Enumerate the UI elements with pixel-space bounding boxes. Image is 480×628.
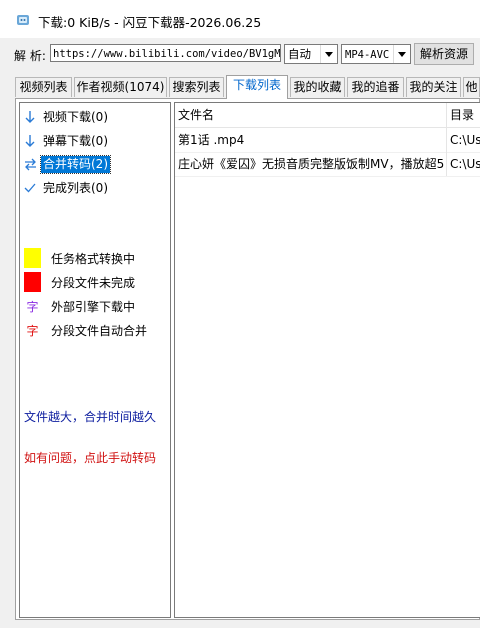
url-input[interactable]: https://www.bilibili.com/video/BV1gM4 [50, 44, 281, 62]
sidebar-item-label: 合并转码(2) [40, 154, 111, 174]
legend-glyph: 字 [26, 323, 39, 338]
tab-followed-anime[interactable]: 我的追番 [347, 77, 404, 97]
cell-filename: 第1话 .mp4 [175, 128, 447, 152]
legend-item: 分段文件未完成 [24, 272, 135, 292]
column-header-directory[interactable]: 目录 [447, 103, 480, 127]
cell-filename: 庄心妍《爱囚》无损音质完整版饭制MV，播放超5 [175, 152, 447, 176]
table-row[interactable]: 第1话 .mp4 C:\Us [175, 128, 480, 153]
tab-video-list[interactable]: 视频列表 [15, 77, 72, 97]
format-select[interactable]: MP4-AVC [341, 44, 411, 64]
tab-author-videos[interactable]: 作者视频(1074) [74, 77, 167, 97]
tab-following[interactable]: 我的关注 [406, 77, 461, 97]
tab-bar: 视频列表 作者视频(1074) 搜索列表 下载列表 我的收藏 我的追番 我的关注… [15, 75, 480, 99]
sidebar-item-merge-transcode[interactable]: 合并转码(2) [23, 154, 111, 174]
table-row[interactable]: 庄心妍《爱囚》无损音质完整版饭制MV，播放超5 C:\Us [175, 152, 480, 177]
sidebar: 视频下载(0) 弹幕下载(0) 合并转码(2) 完成列表(0) 任务格式转换中 … [19, 102, 171, 618]
legend-label: 任务格式转换中 [51, 251, 136, 266]
swap-arrows-icon [23, 157, 37, 171]
parse-button[interactable]: 解析资源 [414, 43, 474, 65]
url-toolbar: 解 析: https://www.bilibili.com/video/BV1g… [0, 42, 480, 66]
legend-label: 分段文件自动合并 [51, 323, 148, 338]
cell-directory: C:\Us [450, 133, 480, 147]
tab-more[interactable]: 他 [463, 77, 480, 97]
column-header-filename[interactable]: 文件名 [175, 103, 447, 127]
checkmark-icon [23, 181, 37, 195]
legend-swatch-yellow [24, 248, 41, 268]
legend-item: 任务格式转换中 [24, 248, 135, 268]
legend-glyph: 字 [26, 299, 39, 314]
cell-directory: C:\Us [450, 157, 480, 171]
tab-download-list[interactable]: 下载列表 [226, 75, 288, 99]
merge-time-note: 文件越大，合并时间越久 [24, 410, 157, 424]
quality-value: 自动 [288, 47, 311, 61]
sidebar-item-label: 完成列表(0) [43, 180, 108, 195]
legend-item: 字 外部引擎下载中 [24, 296, 135, 316]
title-bar: 下载:0 KiB/s - 闪豆下载器-2026.06.25 [0, 0, 480, 38]
manual-transcode-link[interactable]: 如有问题，点此手动转码 [24, 449, 156, 466]
sidebar-item-video-download[interactable]: 视频下载(0) [23, 108, 110, 126]
chevron-down-icon [320, 45, 337, 63]
legend-swatch-red [24, 272, 41, 292]
arrow-down-icon [23, 134, 37, 148]
arrow-down-icon [23, 110, 37, 124]
sidebar-item-danmaku-download[interactable]: 弹幕下载(0) [23, 132, 110, 150]
legend-label: 分段文件未完成 [51, 275, 136, 290]
legend-item: 字 分段文件自动合并 [24, 320, 147, 340]
format-value: MP4-AVC [345, 49, 390, 61]
sidebar-item-label: 弹幕下载(0) [43, 133, 108, 148]
download-table: 文件名 目录 第1话 .mp4 C:\Us 庄心妍《爱囚》无损音质完整版饭制MV… [174, 102, 480, 618]
app-icon [17, 15, 29, 25]
quality-select[interactable]: 自动 [284, 44, 338, 64]
chevron-down-icon [393, 45, 410, 63]
url-label: 解 析: [14, 49, 46, 63]
sidebar-item-completed[interactable]: 完成列表(0) [23, 179, 110, 197]
tab-favorites[interactable]: 我的收藏 [290, 77, 345, 97]
legend-label: 外部引擎下载中 [51, 299, 136, 314]
tab-search-list[interactable]: 搜索列表 [169, 77, 224, 97]
sidebar-item-label: 视频下载(0) [43, 109, 108, 124]
table-header: 文件名 目录 [175, 103, 480, 128]
window-title: 下载:0 KiB/s - 闪豆下载器-2026.06.25 [38, 15, 262, 30]
